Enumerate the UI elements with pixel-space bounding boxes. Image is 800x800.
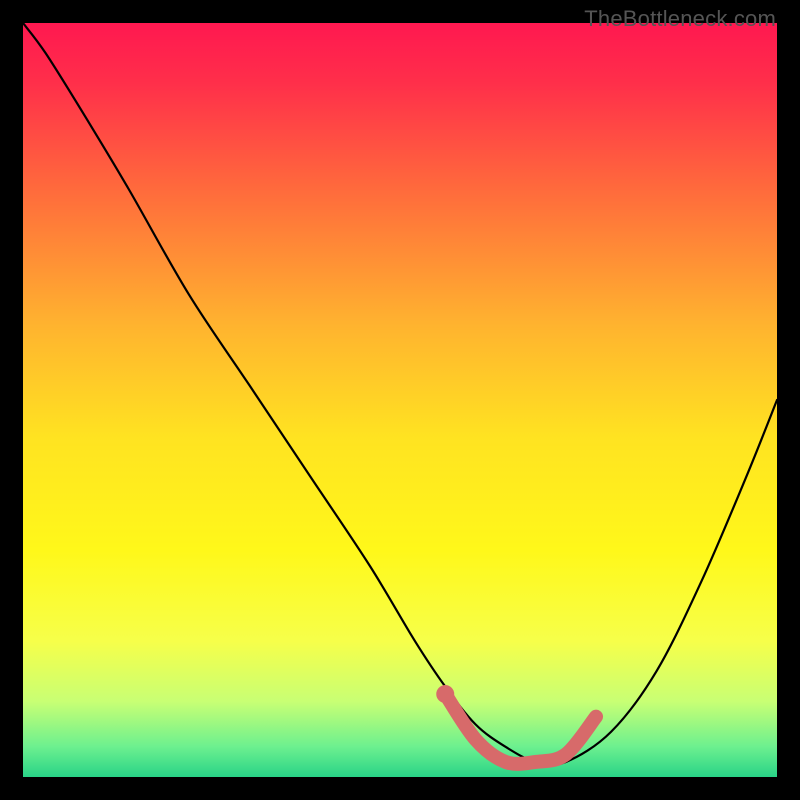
gradient-background xyxy=(23,23,777,777)
highlight-dot xyxy=(436,685,454,703)
watermark-label: TheBottleneck.com xyxy=(584,6,776,32)
plot-area xyxy=(23,23,777,777)
